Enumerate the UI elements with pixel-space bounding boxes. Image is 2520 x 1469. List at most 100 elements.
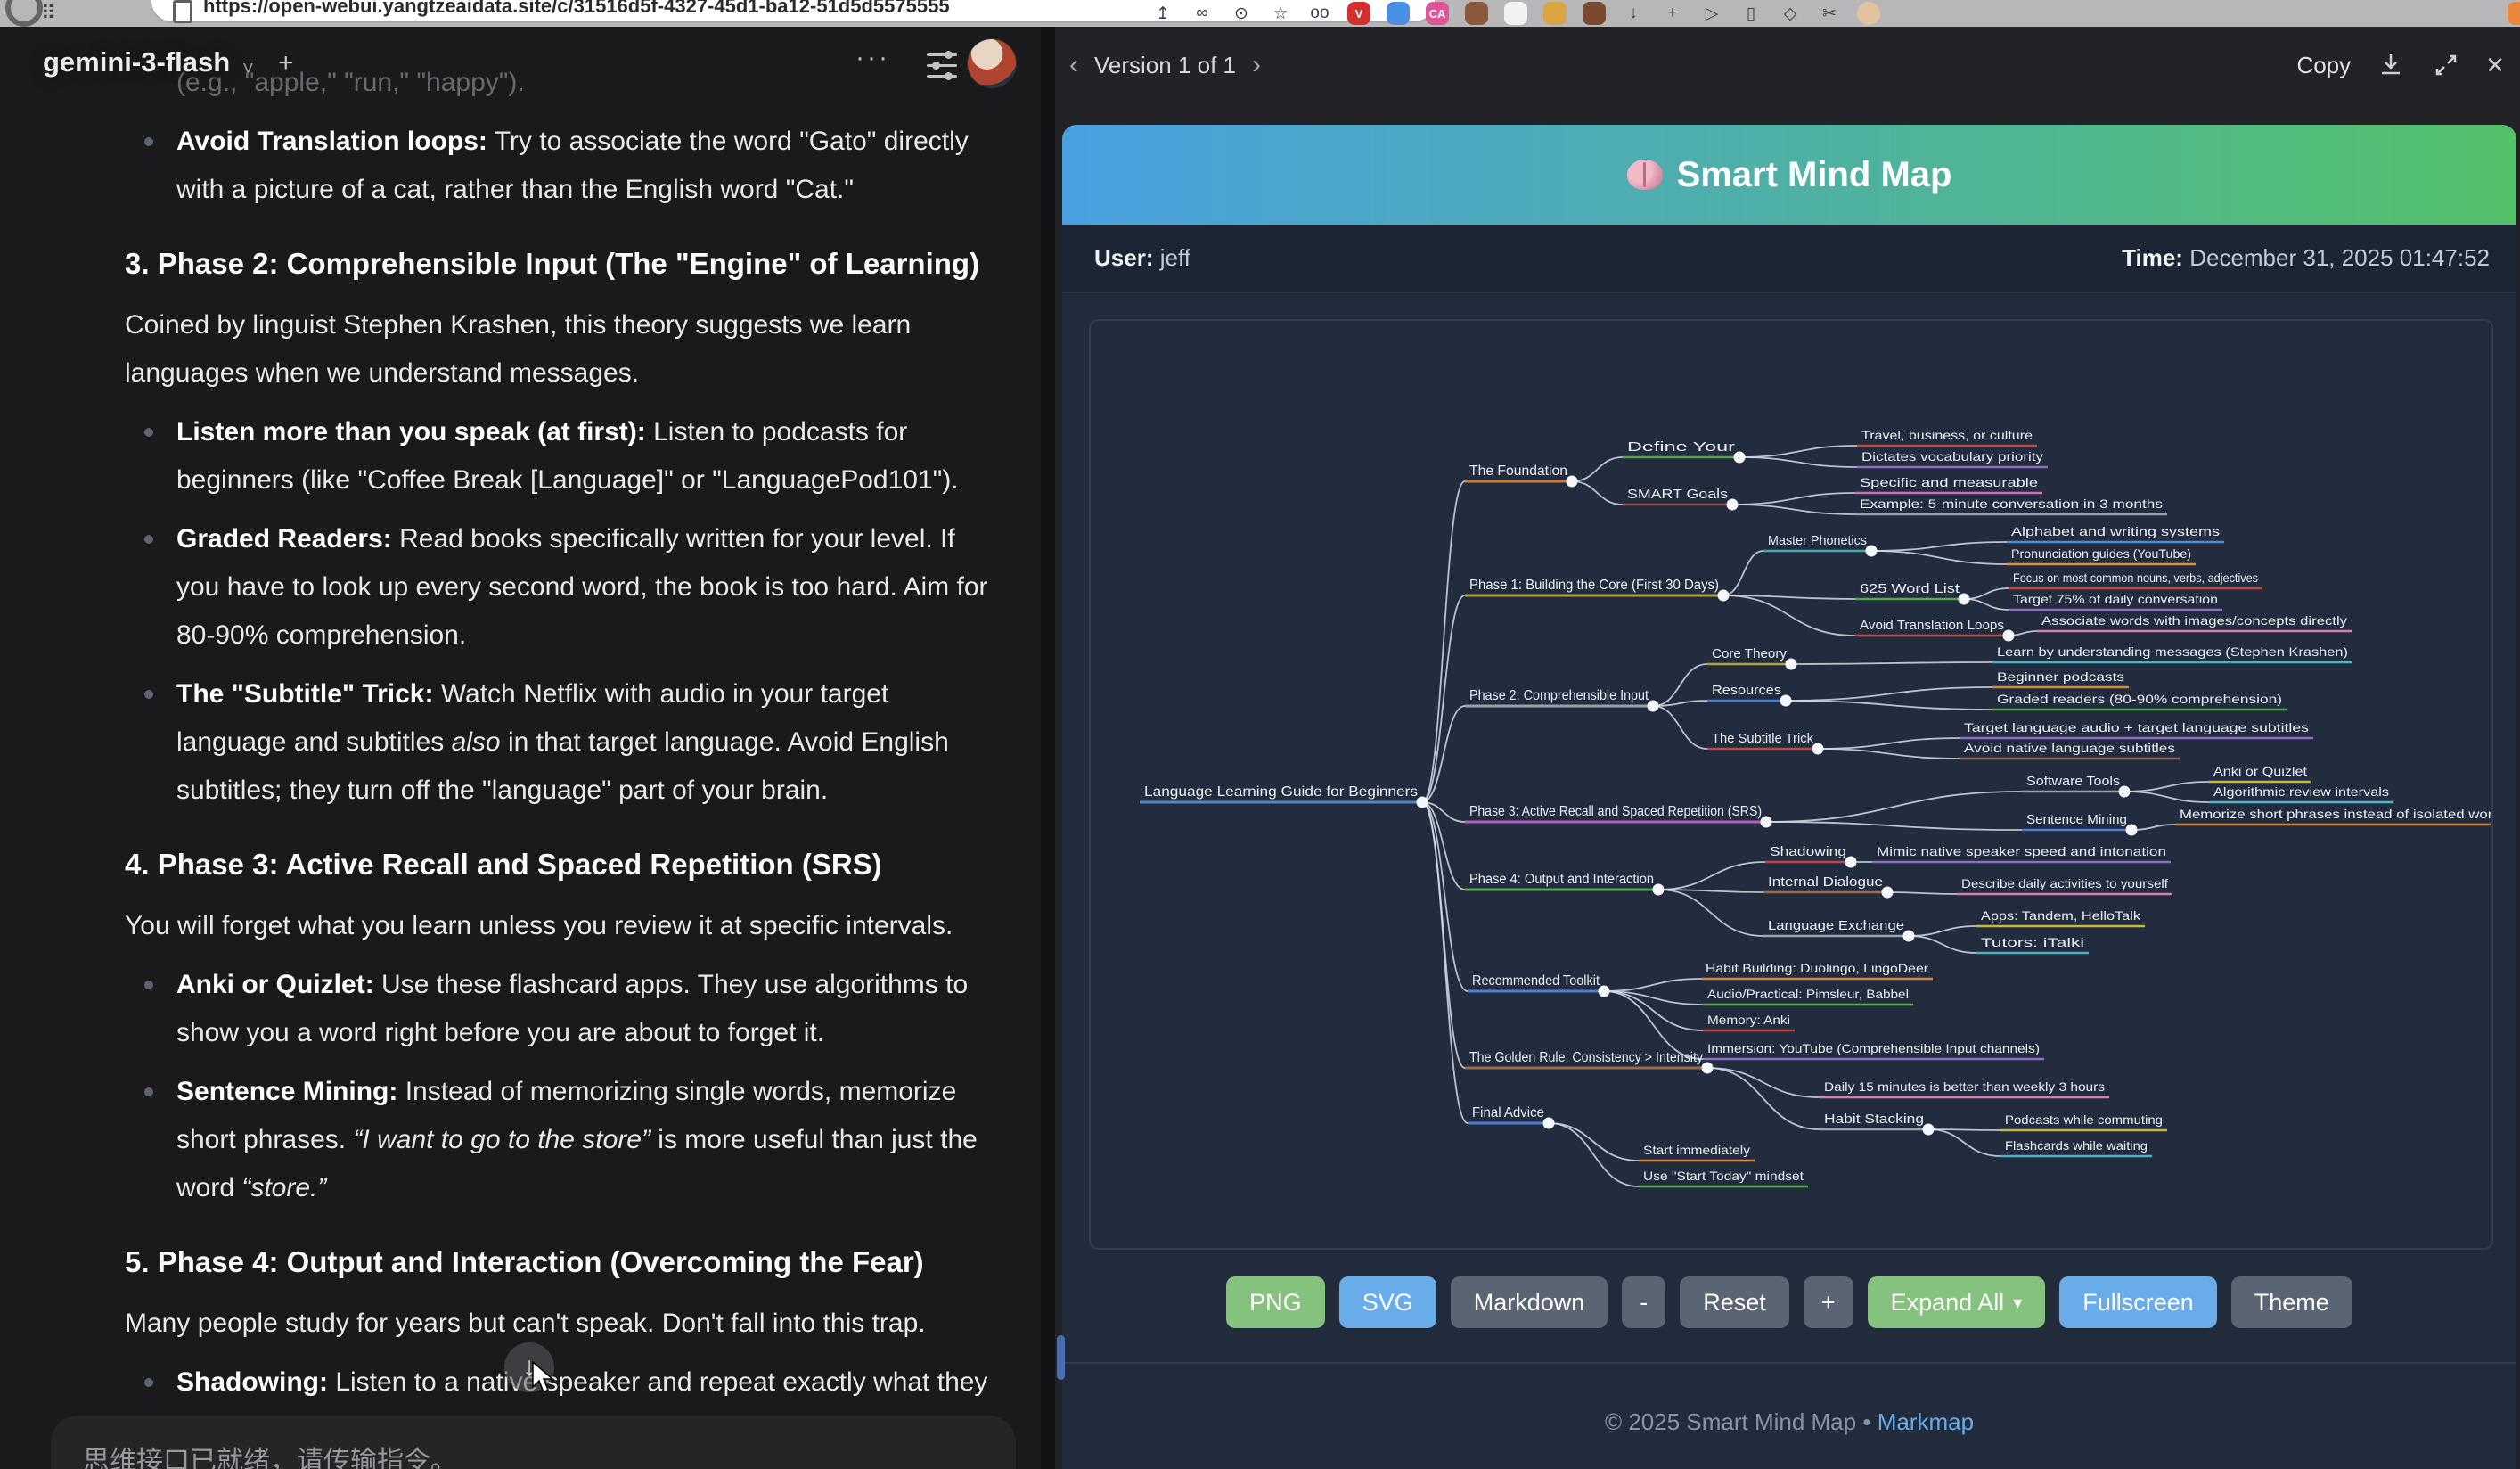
mindmap-node-label[interactable]: Define Your: [1627, 439, 1735, 455]
mindmap-node-toggle[interactable]: [1417, 797, 1428, 808]
mindmap-node-label[interactable]: Immersion: YouTube (Comprehensible Input…: [1707, 1041, 2040, 1055]
mindmap-node-label[interactable]: Memorize short phrases instead of isolat…: [2180, 807, 2491, 821]
mindmap-node-label[interactable]: Anki or Quizlet: [2213, 764, 2307, 778]
mindmap-node-label[interactable]: Learn by understanding messages (Stephen…: [1997, 644, 2348, 659]
panel-resize-handle[interactable]: [1057, 1335, 1065, 1380]
mindmap-node-label[interactable]: Shadowing: [1770, 844, 1846, 859]
controls-icon[interactable]: [927, 52, 957, 78]
reset-button[interactable]: Reset: [1680, 1276, 1789, 1328]
mindmap-node-toggle[interactable]: [1718, 590, 1730, 602]
blue-extension-icon[interactable]: [1385, 0, 1411, 27]
mindmap-node-label[interactable]: Specific and measurable: [1860, 475, 2038, 489]
monkey-extension-icon[interactable]: [1581, 0, 1608, 27]
mindmap-node-label[interactable]: Avoid Translation Loops: [1860, 618, 2004, 633]
mindmap-node-label[interactable]: Use "Start Today" mindset: [1643, 1169, 1804, 1183]
mindmap-node-label[interactable]: Graded readers (80-90% comprehension): [1997, 692, 2282, 706]
mindmap-node-label[interactable]: Core Theory: [1712, 646, 1788, 661]
mindmap-node-toggle[interactable]: [1599, 986, 1610, 997]
mindmap-node-label[interactable]: Daily 15 minutes is better than weekly 3…: [1824, 1079, 2105, 1094]
mindmap-node-label[interactable]: Flashcards while waiting: [2005, 1138, 2148, 1153]
mindmap-node-label[interactable]: Travel, business, or culture: [1861, 428, 2033, 442]
expand-icon[interactable]: [2431, 50, 2461, 80]
mindmap-node-toggle[interactable]: [1882, 887, 1894, 899]
vimium-extension-icon[interactable]: V: [1346, 0, 1372, 27]
edge-extension-icon[interactable]: [2508, 2, 2520, 25]
mindmap-node-label[interactable]: Resources: [1712, 683, 1781, 698]
ca-extension-icon[interactable]: CA: [1424, 0, 1451, 27]
mindmap-node-label[interactable]: Tutors: iTalki: [1981, 935, 2084, 949]
mindmap-node-toggle[interactable]: [1780, 695, 1792, 707]
mindmap-node-label[interactable]: 625 Word List: [1860, 581, 1960, 596]
mindmap-node-label[interactable]: Example: 5-minute conversation in 3 mont…: [1860, 497, 2163, 511]
close-icon[interactable]: ×: [2486, 50, 2504, 80]
toolbar-button[interactable]: -: [1622, 1276, 1665, 1328]
mindmap-node-label[interactable]: Language Exchange: [1768, 918, 1904, 933]
glasses-extension-icon[interactable]: oo: [1306, 0, 1333, 27]
mindmap-node-toggle[interactable]: [1567, 476, 1578, 488]
new-chat-button[interactable]: +: [278, 48, 294, 78]
download-tool-icon[interactable]: ↓: [1620, 0, 1647, 27]
mindmap-node-label[interactable]: Dictates vocabulary priority: [1861, 449, 2043, 464]
mindmap-node-label[interactable]: Target 75% of daily conversation: [2013, 592, 2218, 606]
trash-tool-icon[interactable]: ▯: [1738, 0, 1764, 27]
mindmap-node-label[interactable]: The Foundation: [1469, 464, 1567, 479]
mindmap-node-toggle[interactable]: [1543, 1118, 1555, 1129]
theme-button[interactable]: Theme: [2231, 1276, 2352, 1328]
mindmap-node-label[interactable]: Language Learning Guide for Beginners: [1144, 784, 1418, 800]
mindmap-node-label[interactable]: SMART Goals: [1627, 487, 1728, 502]
version-next-button[interactable]: ›: [1252, 50, 1261, 80]
scissors-tool-icon[interactable]: ✂: [1816, 0, 1843, 27]
bookmark-star-icon[interactable]: ☆: [1267, 0, 1294, 27]
tab-grid-icon[interactable]: ⠿: [41, 2, 55, 25]
mindmap-node-label[interactable]: Algorithmic review intervals: [2213, 784, 2389, 799]
message-input[interactable]: 思维接口已就绪，请传输指令。: [51, 1416, 1016, 1469]
model-selector[interactable]: gemini-3-flash: [43, 46, 230, 78]
mindmap-canvas[interactable]: Language Learning Guide for Beginners The…: [1089, 319, 2493, 1250]
mindmap-node-toggle[interactable]: [2126, 825, 2138, 836]
mindmap-node-toggle[interactable]: [2119, 786, 2131, 798]
link-icon[interactable]: ∞: [1189, 0, 1215, 27]
page-info-icon[interactable]: [173, 0, 192, 23]
pin-tool-icon[interactable]: +: [1659, 0, 1686, 27]
mindmap-node-label[interactable]: Memory: Anki: [1707, 1013, 1790, 1027]
png-button[interactable]: PNG: [1226, 1276, 1325, 1328]
expand-all-button[interactable]: Expand All▾: [1868, 1276, 2046, 1328]
user-avatar[interactable]: [968, 39, 1016, 87]
mindmap-node-toggle[interactable]: [1845, 857, 1857, 868]
mindmap-node-label[interactable]: Internal Dialogue: [1768, 874, 1883, 890]
copy-button[interactable]: Copy: [2296, 52, 2351, 79]
chevron-down-icon[interactable]: ˅: [242, 57, 254, 80]
search-icon[interactable]: ⊙: [1228, 0, 1255, 27]
markmap-link[interactable]: Markmap: [1878, 1408, 1974, 1435]
notebook-extension-icon[interactable]: [1542, 0, 1568, 27]
mindmap-node-toggle[interactable]: [1786, 659, 1797, 670]
zoom-in-button[interactable]: +: [1804, 1276, 1853, 1328]
mindmap-node-label[interactable]: Master Phonetics: [1768, 533, 1867, 548]
mindmap-node-label[interactable]: Phase 1: Building the Core (First 30 Day…: [1469, 578, 1719, 593]
mindmap-node-label[interactable]: Target language audio + target language …: [1964, 720, 2309, 734]
mindmap-node-label[interactable]: Podcasts while commuting: [2005, 1112, 2163, 1127]
mindmap-node-label[interactable]: Software Tools: [2026, 774, 2120, 789]
mindmap-node-label[interactable]: Start immediately: [1643, 1143, 1750, 1157]
mindmap-node-label[interactable]: Phase 4: Output and Interaction: [1469, 872, 1654, 887]
mindmap-node-label[interactable]: Associate words with images/concepts dir…: [2041, 613, 2347, 628]
reload-icon[interactable]: [5, 0, 43, 27]
mindmap-node-toggle[interactable]: [1903, 931, 1915, 942]
mindmap-node-label[interactable]: Avoid native language subtitles: [1964, 741, 2175, 755]
mindmap-node-toggle[interactable]: [1648, 701, 1659, 712]
mindmap-node-label[interactable]: Habit Building: Duolingo, LingoDeer: [1706, 961, 1928, 975]
mindmap-node-toggle[interactable]: [1734, 452, 1746, 464]
mindmap-node-label[interactable]: Phase 2: Comprehensible Input: [1469, 688, 1649, 703]
shield-tool-icon[interactable]: ◇: [1777, 0, 1804, 27]
mindmap-node-label[interactable]: Phase 3: Active Recall and Spaced Repeti…: [1469, 804, 1762, 819]
mindmap-node-label[interactable]: Describe daily activities to yourself: [1961, 876, 2168, 890]
mindmap-node-label[interactable]: Focus on most common nouns, verbs, adjec…: [2013, 570, 2258, 585]
mindmap-node-label[interactable]: Beginner podcasts: [1997, 669, 2124, 684]
mindmap-node-label[interactable]: Apps: Tandem, HelloTalk: [1981, 908, 2141, 923]
mindmap-node-label[interactable]: Sentence Mining: [2026, 812, 2127, 827]
mindmap-node-toggle[interactable]: [1866, 546, 1878, 557]
share-icon[interactable]: ↥: [1150, 0, 1176, 27]
mindmap-node-label[interactable]: The Golden Rule: Consistency > Intensity: [1469, 1050, 1703, 1065]
overflow-menu-icon[interactable]: ···: [855, 43, 890, 73]
mindmap-node-label[interactable]: Audio/Practical: Pimsleur, Babbel: [1707, 987, 1909, 1001]
